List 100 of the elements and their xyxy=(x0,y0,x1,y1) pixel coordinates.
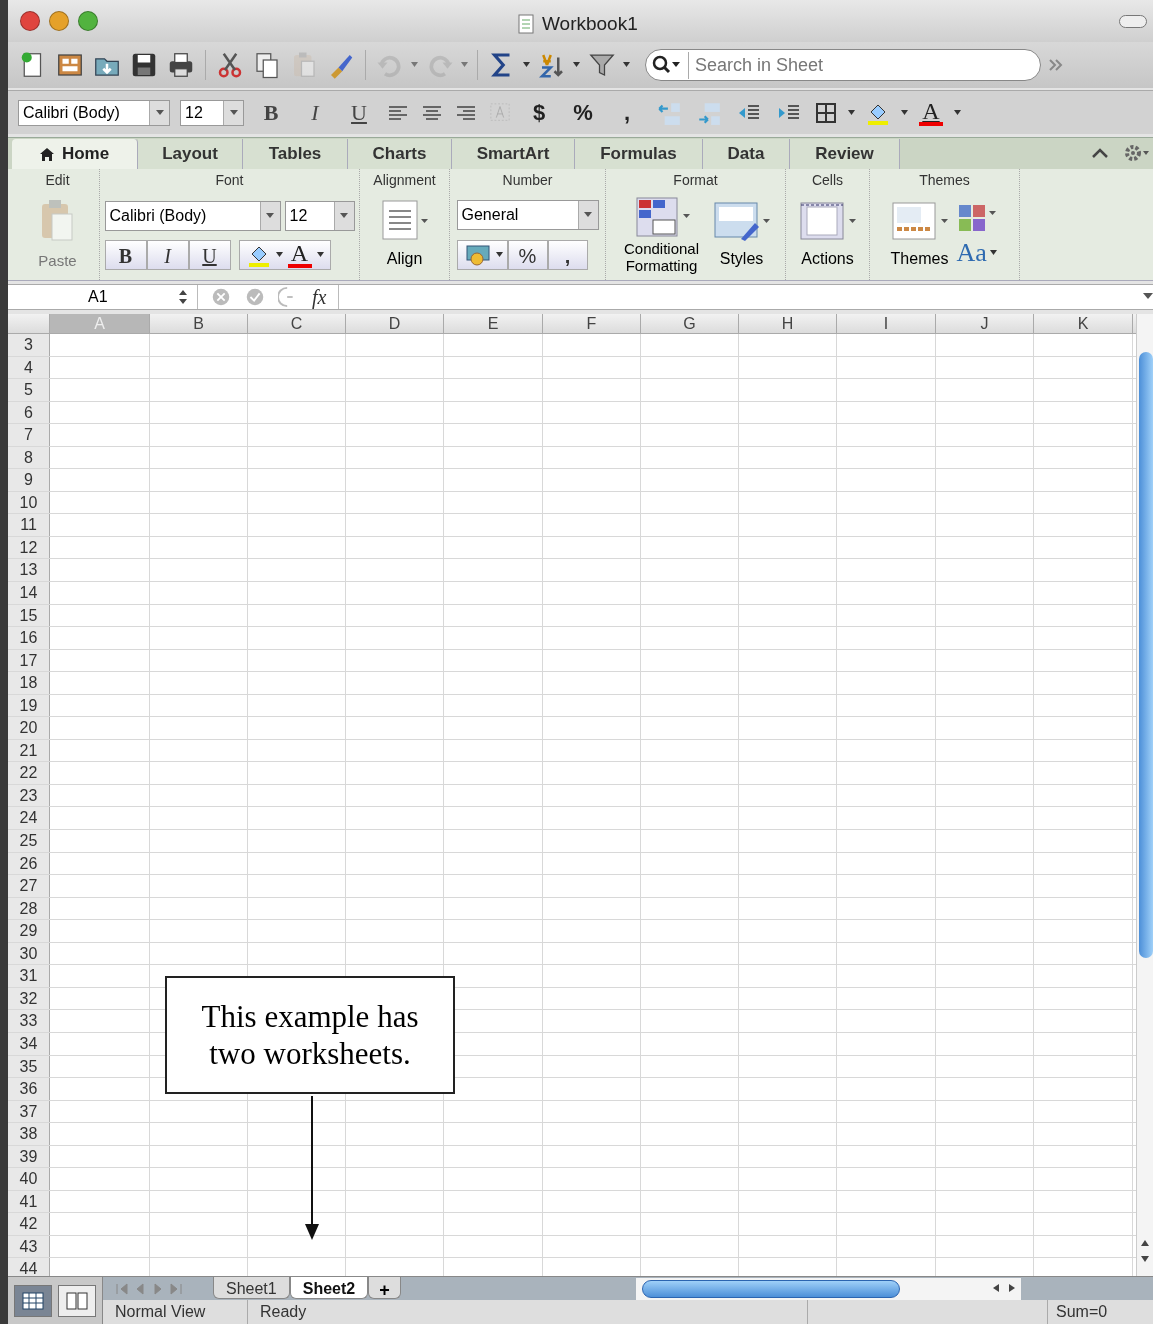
font-size-dropdown[interactable]: 12 xyxy=(284,200,355,231)
row-header[interactable]: 4 xyxy=(8,356,50,379)
row-header[interactable]: 37 xyxy=(8,1100,50,1123)
search-bar[interactable]: Search in Sheet xyxy=(645,49,1041,81)
ribbon-tab[interactable]: Review xyxy=(790,139,900,169)
name-box[interactable]: A1 xyxy=(8,285,198,309)
format-button[interactable]: U xyxy=(342,96,376,129)
caret-icon[interactable] xyxy=(316,251,324,258)
row-header[interactable]: 15 xyxy=(8,604,50,627)
format-button[interactable]: B xyxy=(254,96,288,129)
caret-icon[interactable] xyxy=(275,251,283,258)
ribbon-tab[interactable]: Tables xyxy=(243,139,348,169)
row-header[interactable]: 5 xyxy=(8,379,50,401)
sheet-tab[interactable]: Sheet1 xyxy=(213,1276,290,1299)
column-header[interactable]: G xyxy=(641,314,739,333)
row-header[interactable]: 18 xyxy=(8,672,50,694)
zoom-button[interactable] xyxy=(78,11,98,31)
caret-icon[interactable] xyxy=(623,62,630,68)
percent-button[interactable]: % xyxy=(507,240,548,270)
currency-button[interactable]: $ xyxy=(522,96,556,129)
row-header[interactable]: 27 xyxy=(8,875,50,897)
ribbon-tab[interactable]: Formulas xyxy=(575,139,703,169)
ribbon-tab[interactable]: Home xyxy=(12,139,138,169)
styles-button[interactable]: Styles xyxy=(710,199,773,271)
themes-button[interactable]: Themes xyxy=(888,199,951,271)
row-header[interactable]: 39 xyxy=(8,1145,50,1168)
row-header[interactable]: 34 xyxy=(8,1032,50,1055)
conditional-formatting-button[interactable]: Conditional Formatting xyxy=(618,196,705,274)
row-header[interactable]: 20 xyxy=(8,717,50,739)
column-header[interactable]: B xyxy=(150,314,248,333)
row-header[interactable]: 22 xyxy=(8,762,50,784)
caret-icon[interactable] xyxy=(523,62,530,68)
scroll-thumb[interactable] xyxy=(641,1279,900,1298)
column-header[interactable]: H xyxy=(739,314,837,333)
add-sheet-button[interactable]: + xyxy=(368,1276,401,1299)
row-header[interactable]: 8 xyxy=(8,446,50,469)
font-name-dropdown[interactable]: Calibri (Body) xyxy=(104,200,281,231)
minimize-button[interactable] xyxy=(49,11,69,31)
column-header[interactable]: D xyxy=(346,314,444,333)
row-header[interactable]: 32 xyxy=(8,987,50,1010)
scroll-thumb[interactable] xyxy=(1139,352,1153,958)
row-header[interactable]: 38 xyxy=(8,1123,50,1145)
row-header[interactable]: 10 xyxy=(8,491,50,514)
paste-button[interactable]: Paste xyxy=(37,197,78,273)
vertical-scrollbar[interactable] xyxy=(1136,314,1153,1276)
row-header[interactable]: 7 xyxy=(8,424,50,446)
font-size-dropdown[interactable]: 12 xyxy=(180,99,244,126)
row-header[interactable]: 13 xyxy=(8,559,50,581)
row-header[interactable]: 14 xyxy=(8,582,50,604)
row-header[interactable]: 23 xyxy=(8,784,50,807)
row-header[interactable]: 9 xyxy=(8,469,50,491)
column-header[interactable]: I xyxy=(837,314,936,333)
format-button[interactable]: I xyxy=(298,96,332,129)
row-header[interactable]: 43 xyxy=(8,1235,50,1258)
ribbon-tab[interactable]: Charts xyxy=(348,139,452,169)
dropdown-caret-icon[interactable] xyxy=(1143,293,1153,301)
row-header[interactable]: 17 xyxy=(8,649,50,672)
row-header[interactable]: 29 xyxy=(8,920,50,942)
percent-button[interactable]: % xyxy=(566,96,600,129)
row-header[interactable]: 42 xyxy=(8,1213,50,1235)
row-header[interactable]: 35 xyxy=(8,1055,50,1078)
gear-icon[interactable] xyxy=(1123,143,1149,163)
row-header[interactable]: 26 xyxy=(8,852,50,875)
column-header[interactable]: F xyxy=(543,314,641,333)
format-button[interactable]: U xyxy=(188,239,231,270)
column-header[interactable]: C xyxy=(248,314,346,333)
scroll-arrows-icon[interactable] xyxy=(1139,1238,1151,1264)
row-header[interactable]: 12 xyxy=(8,536,50,559)
ribbon-tab[interactable]: Data xyxy=(703,139,790,169)
close-button[interactable] xyxy=(20,11,40,31)
theme-fonts-button[interactable]: Aa xyxy=(956,239,987,267)
row-header[interactable]: 33 xyxy=(8,1010,50,1032)
row-header[interactable]: 6 xyxy=(8,401,50,424)
column-header[interactable]: K xyxy=(1034,314,1133,333)
column-header[interactable]: J xyxy=(936,314,1034,333)
caret-icon[interactable] xyxy=(848,109,855,116)
row-header[interactable]: 25 xyxy=(8,830,50,852)
search-field[interactable]: Search in Sheet xyxy=(688,51,1034,79)
row-header[interactable]: 28 xyxy=(8,897,50,920)
actions-button[interactable]: Actions xyxy=(796,199,859,271)
row-header[interactable]: 21 xyxy=(8,739,50,762)
caret-icon[interactable] xyxy=(573,62,580,68)
caret-icon[interactable] xyxy=(954,109,961,116)
font-color-button[interactable]: A xyxy=(918,99,944,126)
row-header[interactable]: 44 xyxy=(8,1258,50,1276)
row-header[interactable]: 16 xyxy=(8,627,50,649)
row-header[interactable]: 11 xyxy=(8,514,50,536)
row-header[interactable]: 30 xyxy=(8,942,50,965)
caret-icon[interactable] xyxy=(989,250,997,256)
row-header[interactable]: 41 xyxy=(8,1190,50,1213)
toolbar-toggle-button[interactable] xyxy=(1119,15,1147,28)
row-header[interactable]: 3 xyxy=(8,334,50,356)
ribbon-tab[interactable]: Layout xyxy=(138,139,243,169)
insert-function-button[interactable]: fx xyxy=(312,282,327,312)
caret-icon[interactable] xyxy=(495,252,503,258)
comma-button[interactable]: , xyxy=(547,240,588,270)
row-header[interactable]: 19 xyxy=(8,694,50,717)
collapse-ribbon-icon[interactable] xyxy=(1091,146,1109,160)
horizontal-scrollbar[interactable] xyxy=(635,1277,1021,1300)
page-layout-view-button[interactable] xyxy=(58,1284,96,1317)
